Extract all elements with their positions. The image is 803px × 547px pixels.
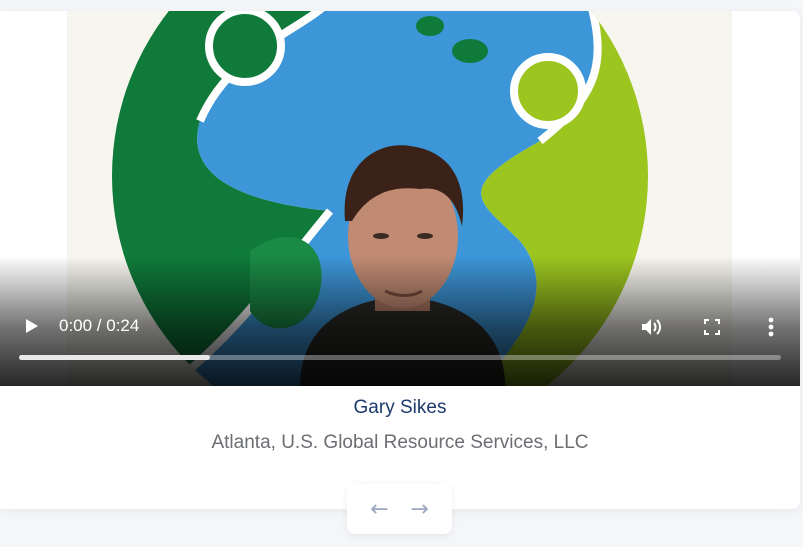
time-display: 0:00 / 0:24 xyxy=(59,316,140,335)
testimonial-company: Atlanta, U.S. Global Resource Services, … xyxy=(211,432,589,453)
play-icon xyxy=(26,319,38,333)
more-vertical-icon xyxy=(768,317,774,337)
volume-button[interactable] xyxy=(638,314,664,340)
more-options-button[interactable] xyxy=(761,314,781,340)
progress-bar[interactable] xyxy=(19,355,781,360)
volume-icon xyxy=(642,319,661,335)
fullscreen-icon xyxy=(704,319,720,335)
testimonial-name: Gary Sikes xyxy=(353,397,447,418)
progress-fill xyxy=(19,355,210,360)
video-player[interactable]: 0:00 / 0:24 xyxy=(0,11,800,386)
carousel-navigation: ← → xyxy=(347,484,452,534)
arrow-left-icon[interactable]: ← xyxy=(367,497,393,522)
fullscreen-button[interactable] xyxy=(700,315,724,339)
testimonial-card: 0:00 / 0:24 Gary Sikes Atlanta, U.S. Glo… xyxy=(0,11,800,509)
arrow-right-icon[interactable]: → xyxy=(407,497,433,522)
play-button[interactable] xyxy=(18,313,44,339)
